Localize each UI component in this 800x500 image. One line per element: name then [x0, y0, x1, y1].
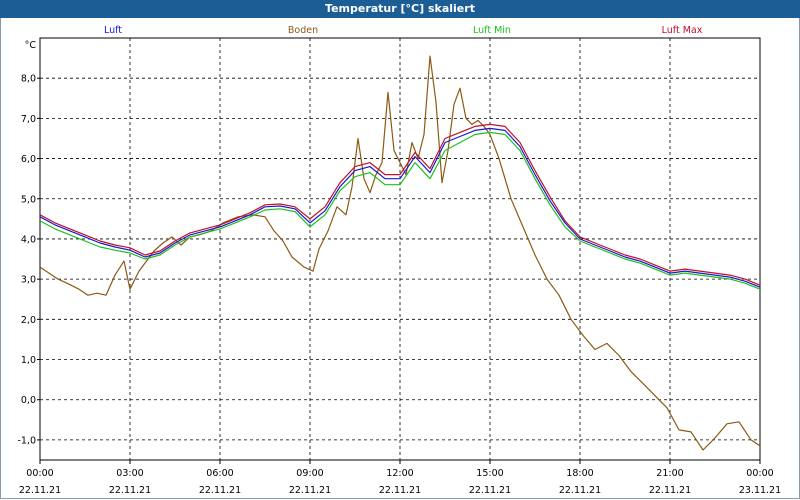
y-tick-label: 4,0 [21, 234, 36, 245]
legend-entry: Luft Min [473, 25, 511, 36]
y-tick-label: -1,0 [17, 435, 36, 446]
x-tick-time-label: 06:00 [206, 468, 233, 479]
x-tick-date-label: 22.11.21 [109, 485, 151, 496]
x-tick-time-label: 00:00 [26, 468, 53, 479]
x-tick-time-label: 18:00 [566, 468, 593, 479]
x-tick-date-label: 22.11.21 [649, 485, 691, 496]
x-tick-time-label: 15:00 [476, 468, 503, 479]
x-tick-time-label: 09:00 [296, 468, 323, 479]
y-tick-label: 6,0 [21, 154, 36, 165]
x-tick-time-label: 21:00 [656, 468, 683, 479]
y-tick-label: 0,0 [21, 395, 36, 406]
y-tick-label: 5,0 [21, 194, 36, 205]
x-tick-time-label: 00:00 [746, 468, 773, 479]
legend-entry: Boden [288, 25, 318, 36]
legend-entry: Luft [104, 25, 122, 36]
x-tick-date-label: 22.11.21 [289, 485, 331, 496]
y-tick-label: 8,0 [21, 74, 36, 85]
series-line-boden [39, 55, 761, 451]
y-tick-label: 3,0 [21, 275, 36, 286]
y-tick-label: 7,0 [21, 114, 36, 125]
x-tick-date-label: 22.11.21 [469, 485, 511, 496]
x-tick-date-label: 22.11.21 [559, 485, 601, 496]
y-tick-label: 2,0 [21, 315, 36, 326]
x-tick-date-label: 22.11.21 [19, 485, 61, 496]
x-tick-date-label: 22.11.21 [379, 485, 421, 496]
x-tick-time-label: 03:00 [116, 468, 143, 479]
temperature-chart: -1,0 0,0 1,0 2,0 3,0 4,0 5,0 6,0 7,0 8,0 °C 00:00 22… [17, 25, 781, 496]
y-tick-label: 1,0 [21, 355, 36, 366]
x-tick-time-label: 12:00 [386, 468, 413, 479]
x-tick-date-label: 23.11.21 [739, 485, 781, 496]
legend-entry: Luft Max [662, 25, 703, 36]
x-tick-date-label: 22.11.21 [199, 485, 241, 496]
y-axis-unit-label: °C [25, 40, 37, 51]
